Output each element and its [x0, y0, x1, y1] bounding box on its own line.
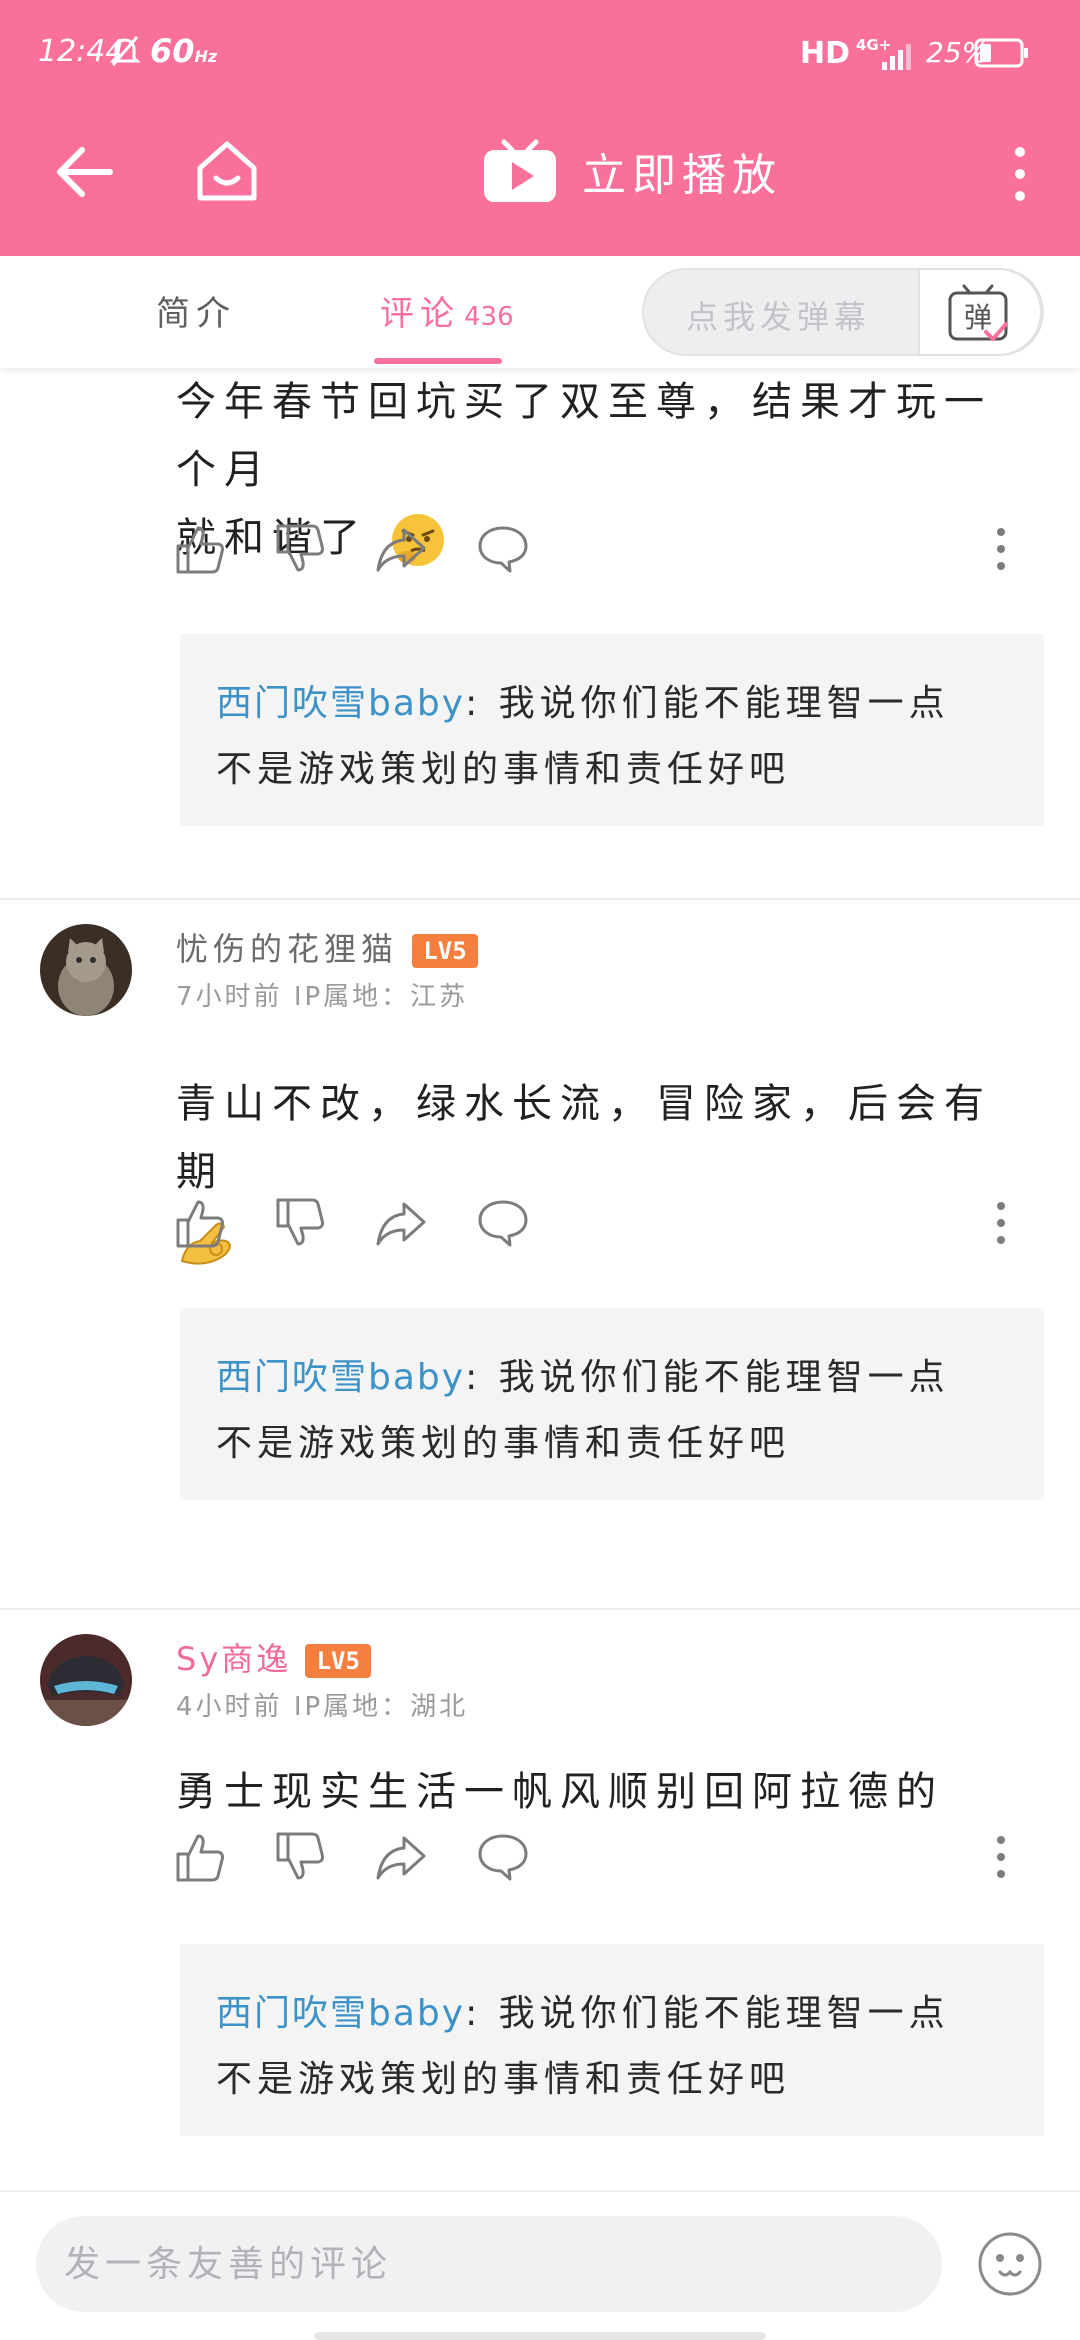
- more-vertical-icon[interactable]: [1000, 142, 1040, 206]
- share-arrow-icon: [376, 1202, 426, 1246]
- tab-comments[interactable]: 评论 436: [380, 286, 514, 335]
- tab-intro[interactable]: 简介: [156, 286, 236, 335]
- helmet-avatar-image: [40, 1634, 132, 1726]
- like-button[interactable]: [174, 1196, 228, 1250]
- reply-username[interactable]: 西门吹雪baby: [216, 1993, 465, 2034]
- bottom-comment-bar: [0, 2190, 1080, 2340]
- comment-body-line: 青山不改，绿水长流，冒险家，后会有期: [176, 1081, 992, 1195]
- comment-more-button[interactable]: [974, 1196, 1014, 1250]
- danmaku-toggle-button[interactable]: 弹: [918, 268, 1042, 356]
- reply-line: 西门吹雪baby: 我说你们能不能理智一点: [216, 683, 950, 724]
- reply-button[interactable]: [476, 1196, 530, 1250]
- comment-more-button[interactable]: [974, 522, 1014, 576]
- comment-list: 今年春节回坑买了双至尊，结果才玩一个月 就和谐了 西门吹雪baby: 我说你们能…: [0, 368, 1080, 2188]
- reply-username[interactable]: 西门吹雪baby: [216, 1357, 465, 1398]
- comment-username[interactable]: 忧伤的花狸猫 LV5: [176, 924, 479, 970]
- like-button[interactable]: [174, 1830, 228, 1884]
- chat-bubble-icon: [478, 1834, 528, 1881]
- signal-icon: [882, 44, 911, 70]
- comment-username[interactable]: Sy商逸 LV5: [176, 1634, 372, 1680]
- comment-actions: [174, 1196, 1034, 1252]
- comment-body-line: 勇士现实生活一帆风顺别回阿拉德的: [176, 1769, 944, 1815]
- dislike-button[interactable]: [274, 1196, 328, 1250]
- tab-bar: 简介 评论 436 点我发弹幕 弹: [0, 256, 1080, 368]
- share-arrow-icon: [376, 1836, 426, 1880]
- comment-ip: IP属地：湖北: [293, 1692, 469, 1722]
- avatar[interactable]: [40, 1634, 132, 1726]
- comment-actions: [174, 522, 1034, 578]
- comment-item: Sy商逸 LV5 4小时前 IP属地：湖北 勇士现实生活一帆风顺别回阿拉德的 西…: [0, 1610, 1080, 2188]
- play-now-button[interactable]: 立即播放: [482, 134, 782, 208]
- tab-intro-label: 简介: [156, 294, 236, 334]
- level-badge: LV5: [412, 934, 479, 968]
- comment-more-button[interactable]: [974, 1830, 1014, 1884]
- thumbs-up-icon: [176, 1200, 224, 1248]
- dislike-button[interactable]: [274, 522, 328, 576]
- reply-button[interactable]: [476, 1830, 530, 1884]
- comment-item: 忧伤的花狸猫 LV5 7小时前 IP属地：江苏 青山不改，绿水长流，冒险家，后会有…: [0, 900, 1080, 1500]
- battery-icon: [974, 38, 1028, 68]
- share-button[interactable]: [374, 522, 428, 576]
- more-vertical-icon: [997, 528, 1005, 570]
- reply-preview[interactable]: 西门吹雪baby: 我说你们能不能理智一点 不是游戏策划的事情和责任好吧: [180, 1308, 1044, 1500]
- tab-comments-label: 评论: [380, 294, 460, 334]
- comment-body-line: 今年春节回坑买了双至尊，结果才玩一个月: [176, 379, 992, 493]
- home-icon[interactable]: [192, 136, 262, 206]
- home-indicator: [314, 2332, 766, 2340]
- top-bar: 12:44 60Hz HD 4G+ 25% 立即播放: [0, 0, 1080, 256]
- thumbs-down-icon: [276, 1832, 324, 1880]
- comment-body: 勇士现实生活一帆风顺别回阿拉德的: [176, 1758, 1036, 1826]
- danmaku-placeholder: 点我发弹幕: [686, 298, 872, 336]
- comment-time: 7小时前: [176, 982, 283, 1012]
- chat-bubble-icon: [478, 526, 528, 573]
- comment-meta: 4小时前 IP属地：湖北: [176, 1686, 468, 1723]
- dislike-button[interactable]: [274, 1830, 328, 1884]
- thumbs-down-icon: [276, 524, 324, 572]
- reply-line: 不是游戏策划的事情和责任好吧: [216, 1423, 791, 1464]
- comment-input[interactable]: [36, 2216, 942, 2312]
- reply-button[interactable]: [476, 522, 530, 576]
- cat-avatar-image: [40, 924, 132, 1016]
- thumbs-up-icon: [176, 526, 224, 574]
- active-tab-indicator: [374, 358, 502, 364]
- share-button[interactable]: [374, 1196, 428, 1250]
- avatar[interactable]: [40, 924, 132, 1016]
- comment-ip: IP属地：江苏: [293, 982, 469, 1012]
- danmaku-tv-icon: 弹: [948, 284, 1008, 341]
- title-bar: 立即播放: [0, 120, 1080, 256]
- hd-indicator: HD: [800, 36, 851, 71]
- danmaku-glyph: 弹: [964, 301, 992, 334]
- status-bar: 12:44 60Hz HD 4G+ 25%: [0, 0, 1080, 110]
- bell-off-icon: [109, 36, 141, 66]
- thumbs-down-icon: [276, 1198, 324, 1246]
- reply-preview[interactable]: 西门吹雪baby: 我说你们能不能理智一点 不是游戏策划的事情和责任好吧: [180, 1944, 1044, 2136]
- tv-play-icon: [484, 139, 556, 202]
- share-button[interactable]: [374, 1830, 428, 1884]
- thumbs-up-icon: [176, 1834, 224, 1882]
- reply-preview[interactable]: 西门吹雪baby: 我说你们能不能理智一点 不是游戏策划的事情和责任好吧: [180, 634, 1044, 826]
- emoji-icon[interactable]: [976, 2230, 1044, 2298]
- reply-line: 不是游戏策划的事情和责任好吧: [216, 749, 791, 790]
- more-vertical-icon: [997, 1836, 1005, 1878]
- danmaku-input[interactable]: 点我发弹幕 弹: [642, 268, 1044, 356]
- comment-meta: 7小时前 IP属地：江苏: [176, 976, 468, 1013]
- level-badge: LV5: [305, 1644, 372, 1678]
- more-vertical-icon: [997, 1202, 1005, 1244]
- like-button[interactable]: [174, 522, 228, 576]
- comment-item: 今年春节回坑买了双至尊，结果才玩一个月 就和谐了 西门吹雪baby: 我说你们能…: [0, 368, 1080, 898]
- comment-actions: [174, 1830, 1034, 1886]
- play-now-label: 立即播放: [582, 150, 782, 201]
- reply-line: 西门吹雪baby: 我说你们能不能理智一点: [216, 1993, 950, 2034]
- reply-username[interactable]: 西门吹雪baby: [216, 683, 465, 724]
- refresh-rate: 60Hz: [150, 32, 218, 70]
- comment-count: 436: [464, 302, 514, 332]
- reply-line: 西门吹雪baby: 我说你们能不能理智一点: [216, 1357, 950, 1398]
- chat-bubble-icon: [478, 1200, 528, 1247]
- share-arrow-icon: [376, 528, 426, 572]
- comment-time: 4小时前: [176, 1692, 283, 1722]
- reply-line: 不是游戏策划的事情和责任好吧: [216, 2059, 791, 2100]
- back-arrow-icon[interactable]: [52, 140, 116, 204]
